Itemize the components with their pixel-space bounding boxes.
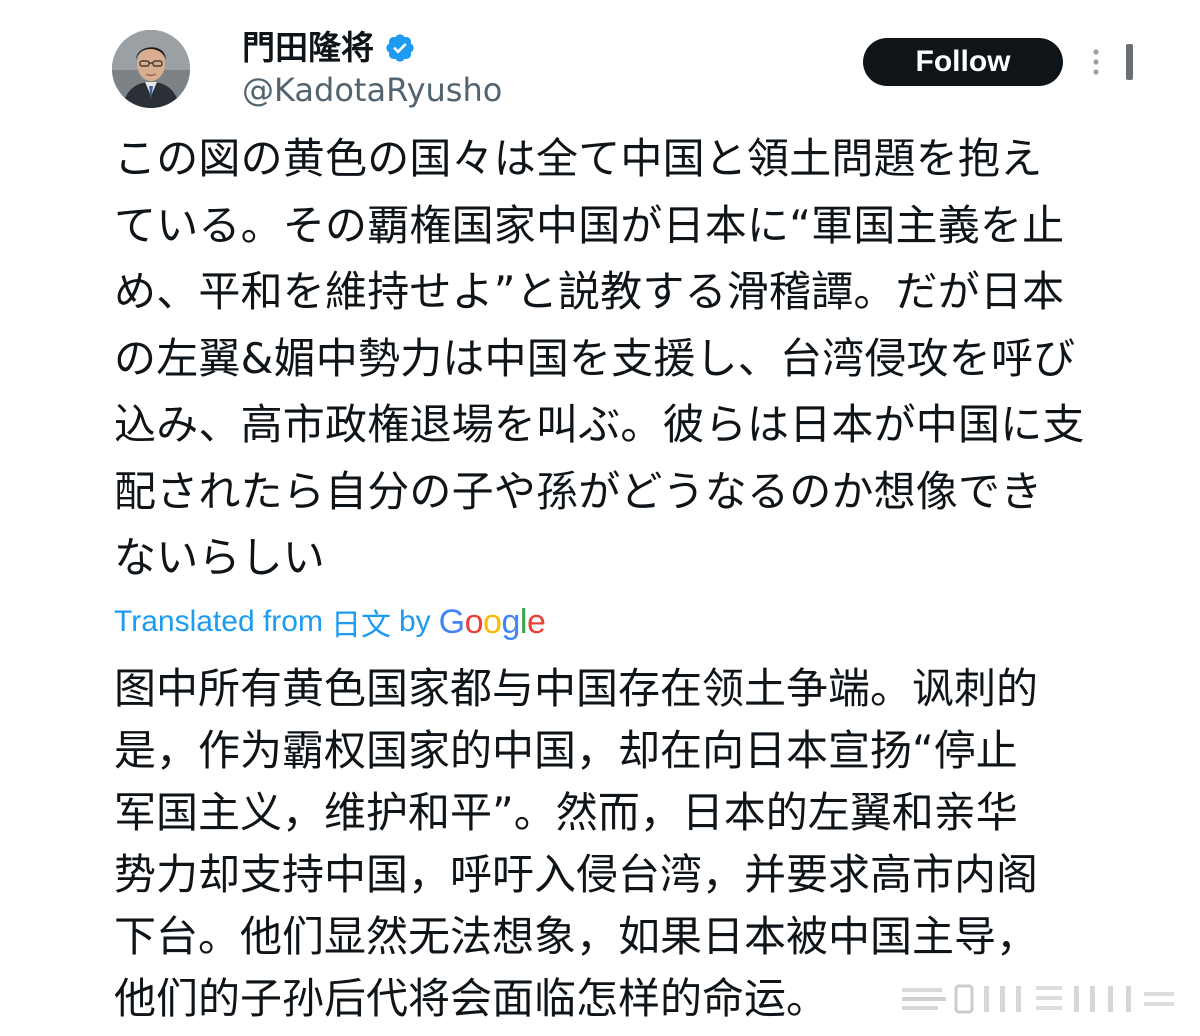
tweet-text-line: め、平和を維持せよ”と説教する滑稽譚。だが日本 — [114, 267, 1065, 316]
tweet-text-line: この図の黄色の国々は全て中国と領土問題を抱え — [114, 134, 1043, 183]
translation-text-line: 图中所有黄色国家都与中国存在领土争端。讽刺的 — [114, 664, 1039, 713]
avatar-photo-icon — [112, 30, 190, 108]
translated-from-link[interactable]: Translated from 日文 by Google — [114, 600, 546, 644]
translation-text: 图中所有黄色国家都与中国存在领土争端。讽刺的 是，作为霸权国家的中国，却在向日本… — [114, 658, 1099, 1030]
tweet-text-line: の左翼&媚中勢力は中国を支援し、台湾侵攻を呼び — [114, 333, 1076, 383]
translation-text-line: 势力却支持中国，呼吁入侵台湾，并要求高市内阁 — [114, 850, 1039, 899]
author-handle[interactable]: @KadotaRyusho — [242, 70, 502, 110]
tweet-text-line: 配されたら自分の子や孫がどうなるのか想像でき — [114, 466, 1043, 516]
translation-text-line: 是，作为霸权国家的中国，却在向日本宣扬“停止 — [114, 726, 1018, 775]
author-avatar[interactable] — [112, 30, 190, 108]
google-logo-icon: Google — [438, 602, 546, 641]
display-name-row[interactable]: 門田隆将 — [242, 24, 416, 72]
tweet-text-line: 込み、高市政権退場を叫ぶ。彼らは日本が中国に支 — [114, 400, 1085, 449]
translated-from-label: Translated from — [114, 605, 323, 638]
translated-by-label: by — [398, 605, 431, 638]
scroll-indicator — [1126, 44, 1133, 80]
display-name[interactable]: 門田隆将 — [242, 24, 374, 72]
tweet-text: この図の黄色の国々は全て中国と領土問題を抱え ている。その覇権国家中国が日本に“… — [114, 126, 1099, 592]
more-vertical-icon[interactable] — [1086, 46, 1106, 78]
watermark-icon — [902, 984, 1174, 1014]
tweet-text-line: ている。その覇権国家中国が日本に“軍国主義を止 — [114, 200, 1065, 250]
translation-text-line: 军国主义，维护和平”。然而，日本的左翼和亲华 — [114, 788, 1018, 837]
tweet-text-line: ないらしい — [114, 533, 326, 582]
verified-badge-icon — [386, 34, 414, 62]
translation-text-line: 下台。他们显然无法想象，如果日本被中国主导， — [114, 912, 1039, 961]
source-language-label: 日文 — [330, 608, 391, 643]
follow-button[interactable]: Follow — [863, 38, 1063, 86]
